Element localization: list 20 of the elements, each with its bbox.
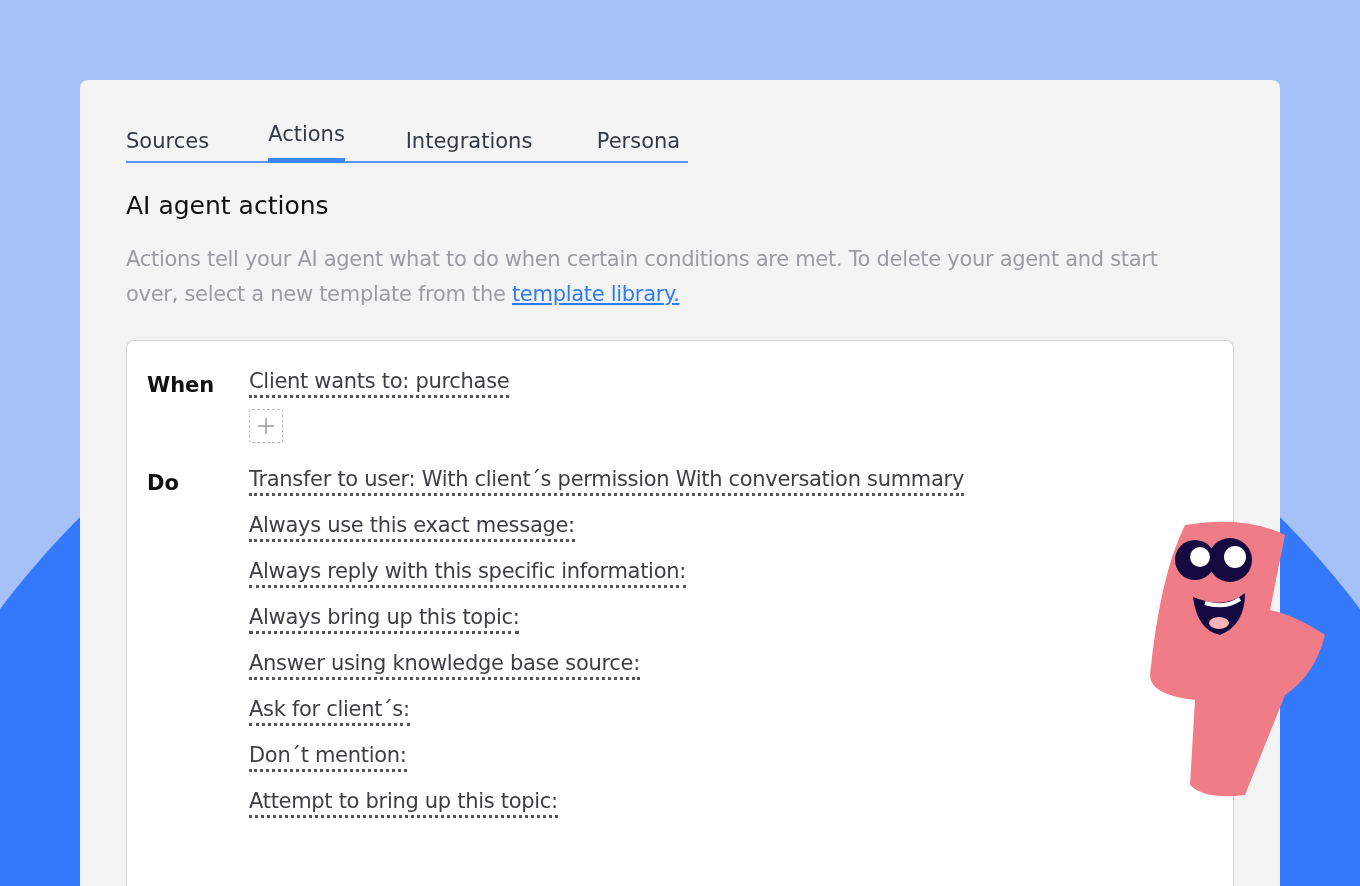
add-button[interactable] <box>249 409 283 443</box>
condition-item[interactable]: Client wants to: purchase <box>249 369 510 398</box>
action-item[interactable]: Transfer to user: With client´s permission With conversation summary <box>249 467 964 496</box>
when-label: When <box>147 372 216 399</box>
action-item[interactable]: Always bring up this topic: <box>249 605 520 634</box>
action-item[interactable]: Don´t mention: <box>249 743 407 772</box>
tab[interactable]: Actions <box>268 122 345 163</box>
tab[interactable]: Persona <box>596 129 681 163</box>
action-item[interactable]: Always reply with this specific information: <box>249 559 686 588</box>
do-label: Do <box>147 470 180 497</box>
tab[interactable]: Sources <box>126 129 210 163</box>
template-library-link[interactable]: template library. <box>511 282 680 306</box>
action-item[interactable]: Ask for client´s: <box>249 697 410 726</box>
description-text: Actions tell your AI agent what to do when certain conditions are met. To delete your agent and start over, select a new template from the template library. <box>126 246 1159 308</box>
section-title: AI agent actions <box>126 191 330 220</box>
action-item[interactable]: Attempt to bring up this topic: <box>249 789 558 818</box>
action-item[interactable]: Answer using knowledge base source: <box>249 651 640 680</box>
action-item[interactable]: Always use this exact message: <box>249 513 575 542</box>
tab[interactable]: Integrations <box>405 129 533 163</box>
plus-icon <box>257 417 275 435</box>
